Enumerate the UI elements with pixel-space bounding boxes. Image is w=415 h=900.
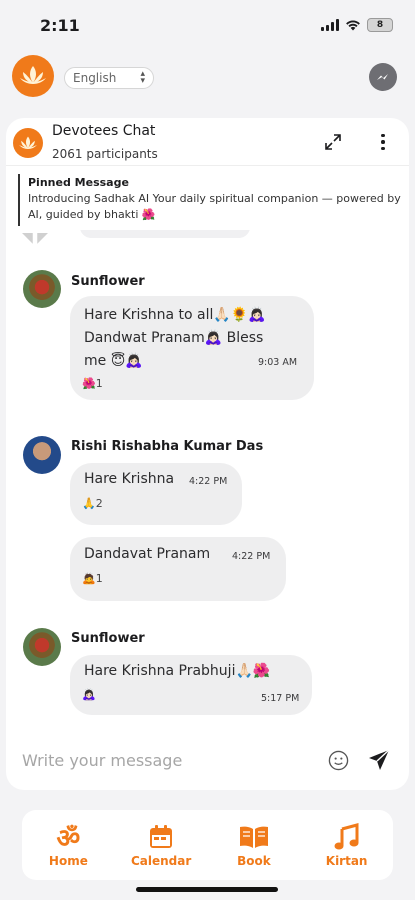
reaction-count: 1 <box>95 377 103 390</box>
message-bubble[interactable]: Dandavat Pranam 4:22 PM 🙇1 <box>70 537 286 601</box>
message-list[interactable]: ◥ ◤ Sunflower Hare Krishna to all🙏🏻🌻🙇🏻‍♀… <box>6 230 409 735</box>
select-chevrons-icon: ▴ ▾ <box>140 69 145 86</box>
book-icon <box>238 822 270 852</box>
message-text-line: Dandwat Pranam🙇🏻‍♀️ Bless <box>84 330 264 346</box>
calendar-icon <box>147 822 175 852</box>
nav-label: Kirtan <box>325 854 368 868</box>
reaction[interactable]: 🙏2 <box>82 497 103 510</box>
message-text: Hare Krishna Prabhuji🙏🏻🌺 <box>84 663 271 679</box>
message-text: Dandavat Pranam <box>84 546 211 562</box>
home-indicator[interactable] <box>136 887 278 892</box>
partial-avatar-icon: ◥ ◤ <box>22 230 48 246</box>
reaction-emoji[interactable]: 🙇🏻‍♀️ <box>82 688 96 701</box>
more-options-icon[interactable] <box>375 130 391 154</box>
message-composer <box>6 735 409 790</box>
nav-label: Calendar <box>130 854 192 868</box>
messenger-icon[interactable] <box>369 63 397 91</box>
nav-item-book[interactable]: Book <box>214 822 294 868</box>
chat-title: Devotees Chat <box>52 123 156 139</box>
reaction-count: 1 <box>95 572 103 585</box>
nav-label: Book <box>237 854 271 868</box>
partial-message-bubble <box>80 230 250 238</box>
message-text-line: me 😇🙇🏻‍♀️ <box>84 353 143 369</box>
message-text: Hare Krishna <box>84 471 175 487</box>
battery-icon: 8 <box>367 18 393 32</box>
cellular-signal-icon <box>321 19 339 31</box>
reaction-count: 2 <box>95 497 103 510</box>
reaction[interactable]: 🌺1 <box>82 377 103 390</box>
message-time: 5:17 PM <box>261 693 300 704</box>
pinned-text: Introducing Sadhak AI Your daily spiritu… <box>28 192 401 221</box>
reaction-emoji: 🙇 <box>82 572 96 585</box>
message-time: 4:22 PM <box>232 551 271 562</box>
message-time: 9:03 AM <box>258 357 298 368</box>
chat-panel: Devotees Chat 2061 participants Pinned M… <box>6 118 409 790</box>
sender-name: Rishi Rishabha Kumar Das <box>71 439 264 454</box>
status-time: 2:11 <box>40 16 80 35</box>
om-icon: ॐ <box>56 824 81 854</box>
send-icon[interactable] <box>367 748 391 772</box>
app-header: English ▴ ▾ <box>0 55 415 101</box>
language-select[interactable]: English ▴ ▾ <box>64 67 154 89</box>
sender-name: Sunflower <box>71 631 145 646</box>
nav-item-kirtan[interactable]: Kirtan <box>307 822 387 868</box>
pinned-message[interactable]: Pinned Message Introducing Sadhak AI You… <box>18 174 403 226</box>
message-input[interactable] <box>22 747 312 773</box>
reaction-emoji: 🌺 <box>82 377 96 390</box>
message-bubble[interactable]: Hare Krishna Prabhuji🙏🏻🌺 🙇🏻‍♀️ 5:17 PM <box>70 655 312 715</box>
message-text-line: Hare Krishna to all🙏🏻🌻🙇🏻‍♀️ <box>84 307 266 323</box>
reaction[interactable]: 🙇1 <box>82 572 103 585</box>
avatar[interactable] <box>23 436 61 474</box>
chat-header: Devotees Chat 2061 participants <box>6 118 409 166</box>
avatar[interactable] <box>23 270 61 308</box>
lotus-logo-icon <box>12 55 54 97</box>
sender-name: Sunflower <box>71 274 145 289</box>
pinned-title: Pinned Message <box>28 176 129 189</box>
message-bubble[interactable]: Hare Krishna to all🙏🏻🌻🙇🏻‍♀️ Dandwat Pran… <box>70 296 314 400</box>
avatar[interactable] <box>23 628 61 666</box>
nav-label: Home <box>48 854 88 868</box>
group-lotus-icon <box>13 128 43 158</box>
language-select-value: English <box>73 71 117 85</box>
expand-icon[interactable] <box>323 132 343 152</box>
message-time: 4:22 PM <box>189 476 228 487</box>
music-note-icon <box>333 822 361 852</box>
bottom-navigation: ॐ Home Calendar Book Kirtan <box>22 810 393 880</box>
status-icons: 8 <box>321 18 393 32</box>
participant-count: 2061 participants <box>52 147 158 161</box>
status-bar: 2:11 8 <box>0 0 415 50</box>
message-bubble[interactable]: Hare Krishna 4:22 PM 🙏2 <box>70 463 242 525</box>
emoji-icon[interactable] <box>328 750 349 771</box>
nav-item-home[interactable]: ॐ Home <box>28 822 108 868</box>
reaction-emoji: 🙏 <box>82 497 96 510</box>
nav-item-calendar[interactable]: Calendar <box>121 822 201 868</box>
wifi-icon <box>346 20 360 31</box>
